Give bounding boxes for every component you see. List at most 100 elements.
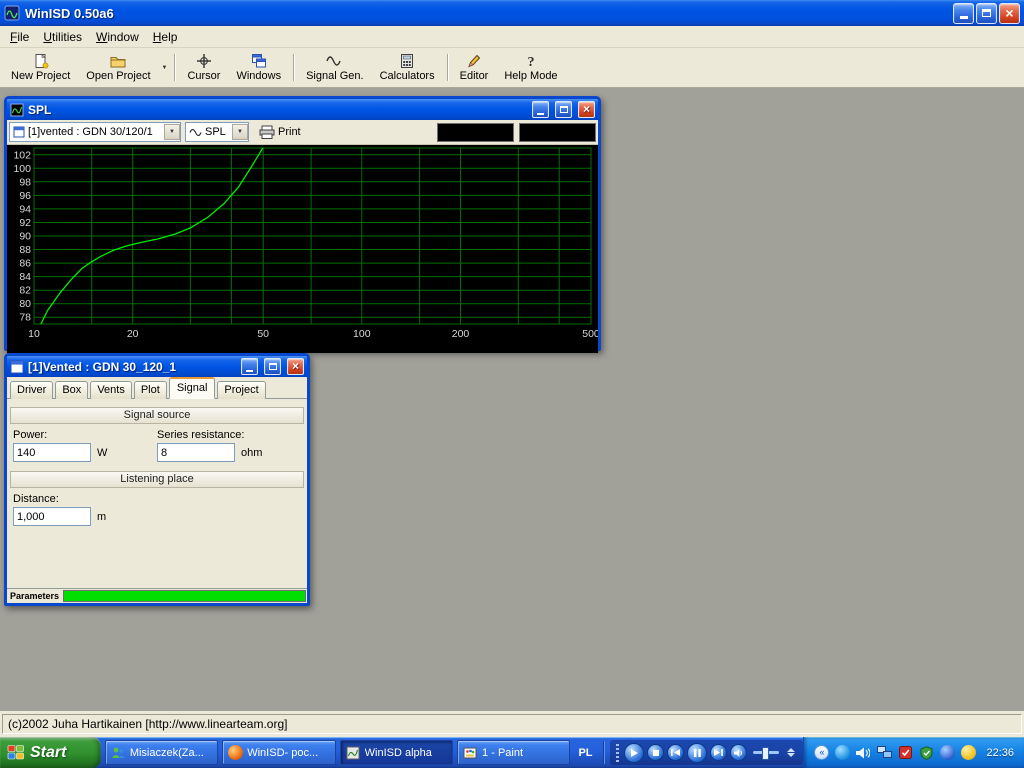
print-label: Print (278, 126, 301, 138)
start-button[interactable]: Start (0, 737, 101, 768)
power-input[interactable] (13, 443, 91, 462)
driver-select-combo[interactable]: [1]vented : GDN 30/120/1 ▼ (9, 122, 181, 142)
svg-text:98: 98 (19, 176, 31, 188)
spl-minimize-button[interactable] (532, 101, 549, 118)
open-project-label: Open Project (86, 70, 150, 82)
messenger-tray-icon[interactable] (939, 745, 955, 761)
winisd-application: WinISD 0.50a6 × File Utilities Window He… (0, 0, 1024, 768)
tab-box[interactable]: Box (55, 381, 88, 399)
wmp-mute-button[interactable] (730, 744, 747, 761)
distance-label: Distance: (13, 493, 59, 505)
taskbar-button-paint[interactable]: 1 - Paint (457, 740, 570, 765)
minimize-icon (537, 113, 544, 115)
network-tray-icon[interactable] (876, 745, 892, 761)
toolbar-separator (293, 54, 294, 81)
winisd-icon (345, 745, 361, 761)
tab-vents[interactable]: Vents (90, 381, 132, 399)
print-button[interactable]: Print (253, 123, 307, 142)
open-project-dropdown[interactable]: ▼ (159, 50, 171, 85)
main-titlebar: WinISD 0.50a6 × (0, 0, 1024, 26)
distance-input[interactable] (13, 507, 91, 526)
close-icon: × (1005, 6, 1013, 20)
close-icon: × (583, 103, 590, 115)
menu-bar: File Utilities Window Help (0, 26, 1024, 48)
menu-file[interactable]: File (3, 27, 36, 47)
new-project-icon (33, 53, 49, 69)
tab-signal[interactable]: Signal (169, 377, 216, 399)
toolbar-grip[interactable] (616, 744, 619, 762)
wmp-prev-button[interactable] (667, 744, 684, 761)
signal-source-header: Signal source (10, 407, 304, 424)
wmp-tray-icon[interactable] (834, 745, 850, 761)
project-close-button[interactable]: × (287, 358, 304, 375)
taskbar-button-messenger[interactable]: Misiaczek(Za... (105, 740, 218, 765)
cursor-button[interactable]: Cursor (179, 50, 228, 85)
new-project-button[interactable]: New Project (3, 50, 78, 85)
menu-window[interactable]: Window (89, 27, 146, 47)
resistance-input[interactable] (157, 443, 235, 462)
graph-type-combo[interactable]: SPL ▼ (185, 122, 249, 142)
svg-text:500: 500 (582, 328, 598, 340)
menu-utilities[interactable]: Utilities (36, 27, 89, 47)
toolbar-separator (447, 54, 448, 81)
spl-chart[interactable]: 1021009896949290888684828078102050100200… (7, 145, 598, 353)
project-minimize-button[interactable] (241, 358, 258, 375)
status-text: (c)2002 Juha Hartikainen [http://www.lin… (2, 714, 1022, 734)
wmp-next-button[interactable] (710, 744, 727, 761)
maximize-icon (560, 106, 568, 113)
mdi-workspace: SPL × [1]vented : GDN 30/120/1 ▼ (0, 88, 1024, 711)
tab-project[interactable]: Project (217, 381, 265, 399)
editor-button[interactable]: Editor (452, 50, 497, 85)
project-titlebar[interactable]: [1]Vented : GDN 30_120_1 × (7, 356, 307, 377)
wmp-volume-thumb[interactable] (762, 747, 769, 760)
wmp-stop-button[interactable] (647, 744, 664, 761)
spl-maximize-button[interactable] (555, 101, 572, 118)
security-shield-icon[interactable] (918, 745, 934, 761)
svg-text:86: 86 (19, 258, 31, 270)
svg-text:90: 90 (19, 231, 31, 243)
wmp-play-button[interactable] (624, 743, 644, 763)
menu-help[interactable]: Help (146, 27, 185, 47)
status-bar: (c)2002 Juha Hartikainen [http://www.lin… (0, 711, 1024, 737)
driver-select-arrow[interactable]: ▼ (164, 124, 180, 140)
tab-plot[interactable]: Plot (134, 381, 167, 399)
svg-text:88: 88 (19, 244, 31, 256)
taskbar-button-firefox[interactable]: WinISD- poc... (222, 740, 335, 765)
signal-gen-button[interactable]: Signal Gen. (298, 50, 371, 85)
svg-text:50: 50 (257, 328, 269, 340)
svg-text:102: 102 (13, 149, 31, 161)
windows-button[interactable]: Windows (228, 50, 289, 85)
svg-text:100: 100 (353, 328, 371, 340)
volume-tray-icon[interactable] (855, 745, 871, 761)
close-button[interactable]: × (999, 3, 1020, 24)
help-mode-button[interactable]: ? Help Mode (496, 50, 565, 85)
antivirus-tray-icon[interactable] (897, 745, 913, 761)
spl-window: SPL × [1]vented : GDN 30/120/1 ▼ (4, 96, 601, 351)
taskbar-button-winisd[interactable]: WinISD alpha (340, 740, 453, 765)
parameters-progress-bar (63, 590, 306, 602)
taskbar-clock: 22:36 (986, 747, 1014, 759)
open-project-button[interactable]: Open Project (78, 50, 158, 85)
project-maximize-button[interactable] (264, 358, 281, 375)
minimize-button[interactable] (953, 3, 974, 24)
wmp-volume-slider[interactable] (753, 751, 779, 754)
toolbar-separator (174, 54, 175, 81)
calculators-button[interactable]: Calculators (372, 50, 443, 85)
calculators-label: Calculators (380, 70, 435, 82)
hide-tray-icons-button[interactable]: « (814, 745, 829, 760)
tab-driver[interactable]: Driver (10, 381, 53, 399)
graph-type-arrow[interactable]: ▼ (232, 124, 248, 140)
windows-cascade-icon (251, 53, 267, 69)
wmp-pause-button[interactable] (687, 743, 707, 763)
update-tray-icon[interactable] (960, 745, 976, 761)
language-indicator[interactable]: PL (570, 737, 600, 768)
chevron-down-icon: ▼ (169, 129, 175, 135)
maximize-button[interactable] (976, 3, 997, 24)
power-label: Power: (13, 429, 47, 441)
spl-close-button[interactable]: × (578, 101, 595, 118)
parameters-label: Parameters (7, 589, 63, 603)
media-player-toolbar (610, 740, 803, 765)
toolbar-expand-button[interactable] (785, 748, 797, 757)
spl-titlebar[interactable]: SPL × (7, 99, 598, 120)
signal-tab-panel: Signal source Power: W Series resistance… (7, 399, 307, 589)
